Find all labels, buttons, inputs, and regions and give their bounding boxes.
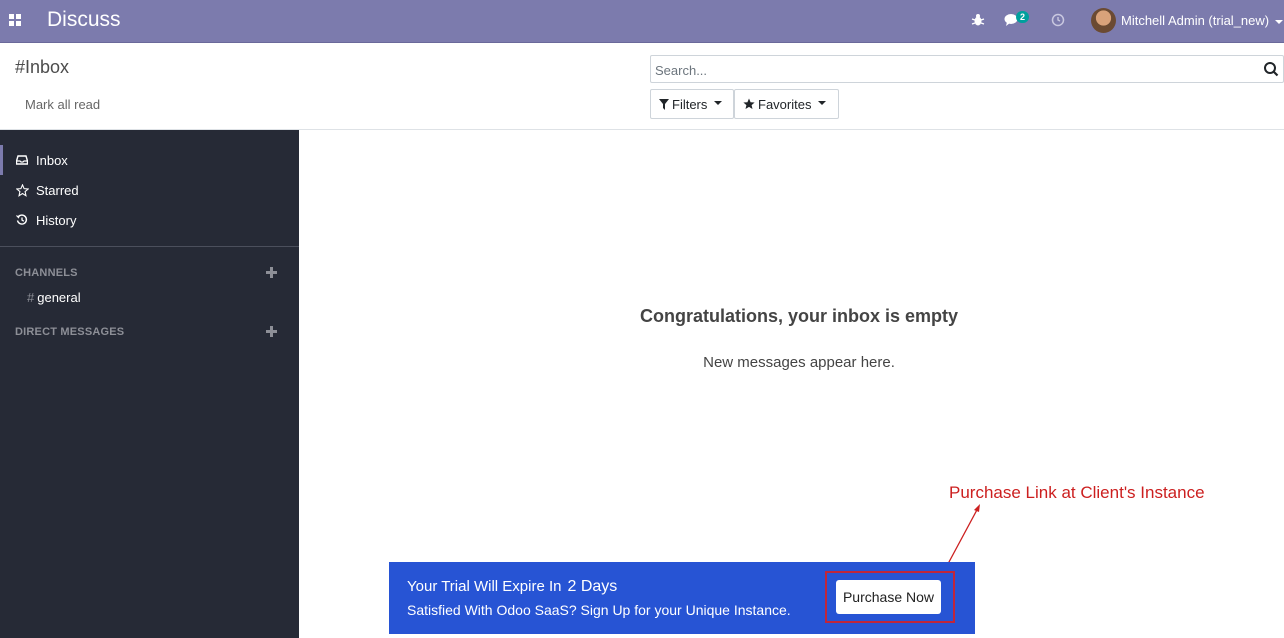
add-channel-icon[interactable] xyxy=(266,267,277,278)
search-box xyxy=(650,55,1284,83)
search-input[interactable] xyxy=(655,60,1245,80)
sidebar-item-starred[interactable]: Starred xyxy=(0,175,299,205)
channel-label: general xyxy=(37,290,81,305)
star-icon xyxy=(15,183,29,197)
empty-inbox-subtitle: New messages appear here. xyxy=(703,354,895,371)
sidebar-divider xyxy=(0,246,299,247)
filters-dropdown-button[interactable]: Filters xyxy=(650,89,734,119)
activity-clock-icon[interactable] xyxy=(1050,12,1066,28)
sidebar-item-general[interactable]: # general xyxy=(27,290,81,305)
add-direct-message-icon[interactable] xyxy=(266,326,277,337)
inbox-icon xyxy=(15,153,29,167)
sidebar-item-label: Starred xyxy=(36,182,79,198)
mark-all-read-button[interactable]: Mark all read xyxy=(25,97,100,112)
direct-messages-header[interactable]: DIRECT MESSAGES xyxy=(15,326,124,338)
trial-days-remaining: 2 Days xyxy=(567,578,618,595)
user-menu[interactable]: Mitchell Admin (trial_new) xyxy=(1121,13,1284,28)
top-navbar: Discuss 2 Mitchell Admin (trial_new) xyxy=(0,0,1284,43)
empty-inbox-title: Congratulations, your inbox is empty xyxy=(639,306,959,326)
purchase-now-button[interactable]: Purchase Now xyxy=(836,580,941,614)
chevron-down-icon xyxy=(818,100,827,105)
sidebar-item-inbox[interactable]: Inbox xyxy=(0,145,299,175)
control-panel: #Inbox Mark all read Filters Favorites xyxy=(0,43,1284,130)
apps-menu-icon[interactable] xyxy=(9,14,21,26)
filters-label: Filters xyxy=(672,96,708,112)
sidebar-item-label: History xyxy=(36,212,77,228)
breadcrumb: #Inbox xyxy=(15,57,70,77)
filter-icon xyxy=(659,98,669,110)
user-avatar[interactable] xyxy=(1091,8,1116,33)
history-icon xyxy=(15,213,29,227)
discuss-sidebar: Inbox Starred History CHANNELS # general … xyxy=(0,130,299,638)
search-icon[interactable] xyxy=(1263,61,1281,79)
trial-banner: Your Trial Will Expire In 2 Days Satisfie… xyxy=(389,562,975,634)
bug-icon[interactable] xyxy=(970,12,986,28)
favorites-label: Favorites xyxy=(758,96,812,112)
hash-icon: # xyxy=(27,290,35,305)
sidebar-item-history[interactable]: History xyxy=(0,205,299,235)
trial-signup-text: Satisfied With Odoo SaaS? Sign Up for yo… xyxy=(407,602,791,618)
user-name: Mitchell Admin (trial_new) xyxy=(1121,13,1270,28)
trial-expiry-label: Your Trial Will Expire In xyxy=(407,578,562,595)
app-title: Discuss xyxy=(47,8,121,31)
messages-count-badge: 2 xyxy=(1016,11,1030,23)
chevron-down-icon xyxy=(1275,19,1284,24)
star-icon xyxy=(743,98,755,109)
chevron-down-icon xyxy=(714,100,723,105)
sidebar-item-label: Inbox xyxy=(36,152,68,168)
trial-expiry-text: Your Trial Will Expire In 2 Days xyxy=(407,578,617,596)
favorites-dropdown-button[interactable]: Favorites xyxy=(734,89,839,119)
channels-header[interactable]: CHANNELS xyxy=(15,267,78,279)
